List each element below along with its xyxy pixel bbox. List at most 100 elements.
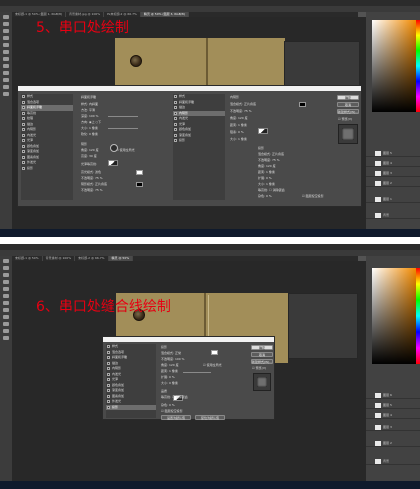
setting-row[interactable]: 深度: 100 % — [81, 114, 99, 118]
layer-row[interactable]: 图层 4 — [366, 160, 420, 167]
checkbox-icon[interactable] — [22, 155, 25, 159]
move-tool-icon[interactable] — [3, 15, 9, 19]
checkbox-icon[interactable] — [22, 161, 25, 164]
checkbox-icon[interactable] — [174, 95, 177, 98]
setting-row[interactable]: 不透明度: 75 % — [81, 176, 103, 180]
setting-row[interactable]: 距离: 1 像素 — [161, 369, 178, 373]
setting-row[interactable]: 距离: 1 像素 — [258, 170, 275, 174]
hand-tool-icon[interactable] — [3, 329, 9, 333]
checkbox-icon[interactable] — [107, 394, 110, 398]
checkbox-icon[interactable] — [22, 150, 25, 153]
shadow-color-swatch[interactable] — [211, 350, 218, 355]
setting-row[interactable]: 阴影模式: 正片叠底 — [81, 182, 107, 186]
checkbox-icon[interactable] — [107, 367, 110, 370]
gradient-tool-icon[interactable] — [3, 57, 9, 61]
checkbox-icon[interactable] — [174, 111, 177, 115]
setting-row[interactable]: 不透明度: 75 % — [230, 109, 252, 113]
setting-row[interactable]: 不透明度: 75 % — [81, 188, 103, 192]
setting-row[interactable]: 软化: 0 像素 — [81, 132, 98, 136]
checkbox-icon[interactable] — [174, 139, 177, 142]
checkbox-icon[interactable] — [174, 117, 177, 120]
type-tool-icon[interactable] — [3, 71, 9, 75]
setting-row[interactable]: 角度: 120 度 — [161, 363, 179, 367]
layer-row[interactable]: 背景 — [366, 458, 420, 465]
checkbox-icon[interactable] — [22, 106, 25, 109]
style-list[interactable]: 样式 混合选项 斜面和浮雕 描边 内阴影 内发光 光泽 颜色叠加 渐变叠加 图案… — [106, 344, 156, 418]
checkbox-icon[interactable] — [107, 372, 110, 376]
brush-tool-icon[interactable] — [3, 287, 9, 291]
setting-row[interactable]: 距离: 1 像素 — [230, 123, 247, 127]
contour-swatch[interactable] — [258, 128, 268, 134]
layer-row[interactable]: 背景 — [366, 212, 420, 219]
size-slider[interactable] — [108, 128, 138, 129]
shadow-color-swatch[interactable] — [136, 182, 143, 187]
gradient-tool-icon[interactable] — [3, 301, 9, 305]
type-tool-icon[interactable] — [3, 315, 9, 319]
dialog-titlebar[interactable]: 图层样式 — [18, 86, 361, 102]
ok-button[interactable]: 确定 — [337, 95, 359, 100]
setting-row[interactable]: 大小: 1 像素 — [81, 126, 98, 130]
setting-row[interactable]: 高光模式: 滤色 — [81, 170, 101, 174]
zoom-tool-icon[interactable] — [3, 336, 9, 340]
setting-row[interactable]: 方向: ◉上 ○下 — [81, 120, 101, 124]
shape-tool-icon[interactable] — [3, 78, 9, 82]
checkbox-icon[interactable] — [107, 345, 110, 348]
lasso-tool-icon[interactable] — [3, 273, 9, 277]
setting-row[interactable]: 大小: 1 像素 — [258, 182, 275, 186]
checkbox-icon[interactable] — [107, 400, 110, 403]
distance-slider[interactable] — [183, 372, 211, 373]
new-style-button[interactable]: 新建样式(W)... — [337, 109, 359, 114]
new-style-button[interactable]: 新建样式(W)... — [251, 359, 273, 364]
layer-row[interactable]: 图层 4 — [366, 412, 420, 419]
color-picker-field[interactable] — [372, 268, 416, 364]
layer-row[interactable]: 图层 3 — [366, 424, 420, 431]
checkbox-icon[interactable] — [22, 144, 25, 148]
checkbox-icon[interactable] — [22, 95, 25, 98]
style-item[interactable]: 投影 — [21, 166, 73, 172]
depth-slider[interactable] — [108, 116, 138, 117]
setting-row[interactable]: 混合模式: 正常 — [161, 351, 181, 355]
setting-row[interactable]: 混合模式: 正片叠底 — [230, 102, 256, 106]
setting-row[interactable]: 等高线: ☐ 消除锯齿 — [258, 188, 285, 192]
contour-swatch[interactable] — [108, 160, 118, 166]
setting-row[interactable]: 扩展: 0 % — [258, 176, 272, 180]
brush-tool-icon[interactable] — [3, 43, 9, 47]
hue-slider[interactable] — [416, 20, 420, 112]
pen-tool-icon[interactable] — [3, 64, 9, 68]
tools-panel[interactable] — [0, 256, 12, 481]
eraser-tool-icon[interactable] — [3, 50, 9, 54]
cancel-button[interactable]: 取消 — [251, 352, 273, 357]
checkbox-icon[interactable] — [22, 139, 25, 142]
checkbox-icon[interactable] — [22, 111, 25, 115]
setting-row[interactable]: 不透明度: 100 % — [161, 357, 185, 361]
hue-slider[interactable] — [416, 268, 420, 364]
checkbox-icon[interactable] — [107, 378, 110, 381]
crop-tool-icon[interactable] — [3, 36, 9, 40]
layer-row[interactable]: 图层 6 — [366, 392, 420, 399]
layer-style-dialog[interactable]: 图层样式 样式 混合选项 斜面和浮雕 等高线 纹理 描边 内阴影 内发光 光泽 … — [17, 85, 362, 207]
color-picker-field[interactable] — [372, 20, 416, 112]
setting-row[interactable]: ☑ 图层挖空投影 — [161, 409, 183, 413]
checkbox-icon[interactable] — [174, 133, 177, 137]
checkbox-icon[interactable] — [22, 117, 25, 120]
setting-row[interactable]: ☑ 图层挖空投影 — [302, 194, 324, 198]
hand-tool-icon[interactable] — [3, 85, 9, 89]
setting-row[interactable]: 扩展: 0 % — [161, 375, 175, 379]
style-list[interactable]: 样式 混合选项 斜面和浮雕 等高线 纹理 描边 内阴影 内发光 光泽 颜色叠加 … — [21, 94, 73, 200]
preview-checkbox[interactable]: ☑ 预览(V) — [338, 117, 352, 121]
setting-row[interactable]: 等高线: ☐ 消除锯齿 — [161, 395, 188, 399]
marquee-tool-icon[interactable] — [3, 22, 9, 26]
checkbox-icon[interactable] — [107, 405, 110, 409]
setting-row[interactable]: 大小: 0 像素 — [161, 381, 178, 385]
reset-default-button[interactable]: 复位为默认值 — [195, 415, 225, 420]
setting-row[interactable]: ☑ 使用全局光 — [203, 363, 222, 367]
layer-row[interactable]: 图层 1 — [366, 196, 420, 203]
checkbox-icon[interactable] — [22, 133, 25, 137]
style-item[interactable]: 投影 — [173, 138, 225, 144]
shadow-color-swatch[interactable] — [299, 102, 306, 107]
lasso-tool-icon[interactable] — [3, 29, 9, 33]
highlight-color-swatch[interactable] — [136, 170, 143, 175]
style-item[interactable]: 投影 — [106, 404, 156, 410]
checkbox-icon[interactable] — [22, 122, 25, 126]
move-tool-icon[interactable] — [3, 259, 9, 263]
